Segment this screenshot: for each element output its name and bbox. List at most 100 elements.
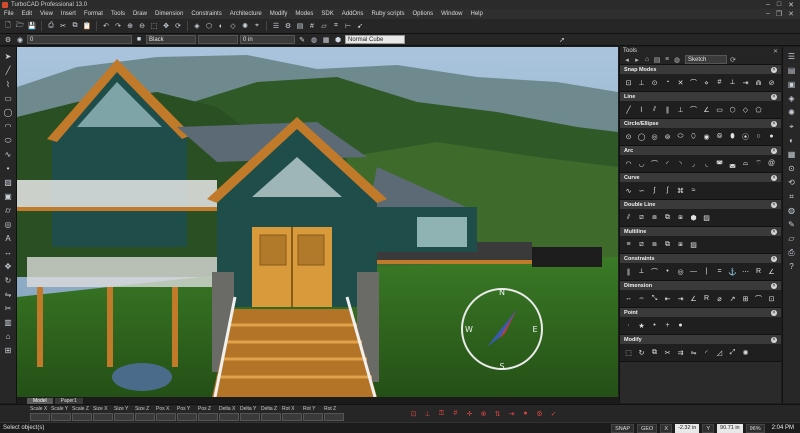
explorer-icon[interactable]: ▤ [295,21,305,31]
point-dot-icon[interactable]: • [650,321,659,330]
modify-select-icon[interactable]: ⬚ [624,348,633,357]
dim-diameter-icon[interactable]: ⌀ [715,294,724,303]
rotated-rect-icon[interactable]: ◇ [741,105,750,114]
globe-icon[interactable]: ◍ [673,56,681,64]
circle-tan3-icon[interactable]: ● [767,132,776,141]
menu-draw[interactable]: Draw [129,11,151,17]
single-line-icon[interactable]: ╱ [624,105,633,114]
inspector-icon[interactable]: ⊙ [786,163,797,174]
box-tool-icon[interactable]: ▣ [3,191,14,202]
record-icon[interactable]: ● [520,408,531,419]
constraint-tangent-icon[interactable]: ⌒ [650,267,659,276]
rect-line-icon[interactable]: ▭ [715,105,724,114]
align-icon[interactable]: ⇥ [506,408,517,419]
layer-visibility-icon[interactable]: ◉ [15,35,25,45]
collapse-icon[interactable]: ˄ [771,228,777,235]
copy-icon[interactable]: ⧉ [70,21,80,31]
list-icon[interactable]: ≡ [663,56,671,63]
pin-local-icon[interactable]: ⊕ [478,408,489,419]
menu-options[interactable]: Options [408,11,437,17]
save-icon[interactable]: 💾 [27,21,37,31]
snap-toggle[interactable]: SNAP [611,423,635,433]
settings-local-icon[interactable]: ⚙ [534,408,545,419]
dline-irregular-icon[interactable]: ⧆ [676,213,685,222]
lock-icon[interactable]: ⚿ [436,408,447,419]
workplane-icon[interactable]: ▱ [319,21,329,31]
axis-icon[interactable]: ✛ [464,408,475,419]
menu-constraints[interactable]: Constraints [187,11,225,17]
mline-irregular-icon[interactable]: ⧆ [676,240,685,249]
arc-concave-icon[interactable]: ⌓ [741,159,750,168]
constraint-equal-icon[interactable]: = [715,267,724,276]
brush-icon[interactable]: ◍ [309,35,319,45]
modify-rotate-icon[interactable]: ↻ [637,348,646,357]
dim-datum-icon[interactable]: ⊞ [741,294,750,303]
spline-icon[interactable]: ∿ [624,186,633,195]
collapse-icon[interactable]: ˄ [771,174,777,181]
collapse-icon[interactable]: ˄ [771,120,777,127]
menu-sdk[interactable]: SDK [317,11,337,17]
measure-icon[interactable]: ⊢ [343,21,353,31]
collapse-icon[interactable]: ˄ [771,201,777,208]
menu-modify[interactable]: Modify [266,11,292,17]
dim-parallel-icon[interactable]: ⇔ [637,294,646,303]
folder-icon[interactable]: ▤ [653,56,661,64]
flip-icon[interactable]: ⇅ [492,408,503,419]
ellipse-icon[interactable]: ⬭ [676,132,685,141]
mline-rect-icon[interactable]: ⧈ [650,240,659,249]
snap-grid-icon[interactable]: # [715,78,724,87]
rot-z-field[interactable] [324,413,344,421]
mline-rot-icon[interactable]: ⧉ [663,240,672,249]
blocks-icon[interactable]: ▣ [786,79,797,90]
constraint-horizontal-icon[interactable]: — [689,267,698,276]
grid-local-icon[interactable]: # [450,408,461,419]
window-tool-icon[interactable]: ⊞ [3,345,14,356]
snap-tangent-icon[interactable]: ⌒ [689,78,698,87]
dline-poly-icon[interactable]: ⧄ [637,213,646,222]
section-header[interactable]: Snap Modes ˄ [620,65,781,74]
section-header[interactable]: Modify ˄ [620,335,781,344]
arc-ellipse-icon[interactable]: ◞ [689,159,698,168]
help-right-icon[interactable]: ? [786,261,797,272]
pos-z-field[interactable] [198,413,218,421]
collapse-icon[interactable]: ˄ [771,336,777,343]
dim-angular-icon[interactable]: ∠ [689,294,698,303]
render-icon[interactable]: ◈ [192,21,202,31]
mline-poly-icon[interactable]: ⧄ [637,240,646,249]
constraint-concentric-icon[interactable]: ◎ [676,267,685,276]
close-icon[interactable]: ✕ [788,1,794,9]
point-tool-icon[interactable]: • [3,163,14,174]
menu-insert[interactable]: Insert [57,11,80,17]
refresh-icon[interactable]: ⟳ [173,21,183,31]
size-x-field[interactable] [93,413,113,421]
section-header[interactable]: Multiline ˄ [620,227,781,236]
dline-rect-icon[interactable]: ⧈ [650,213,659,222]
properties-icon[interactable]: ⚙ [283,21,293,31]
dim-leader-icon[interactable]: ↗ [728,294,737,303]
section-header[interactable]: Line ˄ [620,92,781,101]
cameras-icon[interactable]: ⌖ [786,121,797,132]
scale-x-field[interactable] [30,413,50,421]
polyline-icon[interactable]: ⌇ [637,105,646,114]
arc-start-icon[interactable]: ◟ [702,159,711,168]
curve-offset-icon[interactable]: ≈ [689,186,698,195]
snap-local-icon[interactable]: ⊡ [408,408,419,419]
doc-minimize-icon[interactable]: – [766,10,770,18]
back-arrow-icon[interactable]: ◂ [623,56,631,64]
constraint-vertical-icon[interactable]: | [702,267,711,276]
forward-arrow-icon[interactable]: ▸ [633,56,641,64]
constraint-angle-icon[interactable]: ∠ [767,267,776,276]
ellipse-rot-icon[interactable]: ⬯ [689,132,698,141]
dim-radius-icon[interactable]: R [702,294,711,303]
collapse-icon[interactable]: ˄ [771,147,777,154]
geo-toggle[interactable]: GEO [637,423,658,433]
polygon-line-icon[interactable]: ⬡ [728,105,737,114]
curve-blend-icon[interactable]: ⌘ [676,186,685,195]
snap-perp-icon[interactable]: ⟂ [728,78,737,87]
section-header[interactable]: Constraints ˄ [620,254,781,263]
doc-close-icon[interactable]: ✕ [788,10,794,18]
modify-copy-icon[interactable]: ⧉ [650,348,659,357]
modify-explode-icon[interactable]: ✺ [741,348,750,357]
point-single-icon[interactable]: · [624,321,633,330]
arc-fillet-icon[interactable]: ◛ [728,159,737,168]
